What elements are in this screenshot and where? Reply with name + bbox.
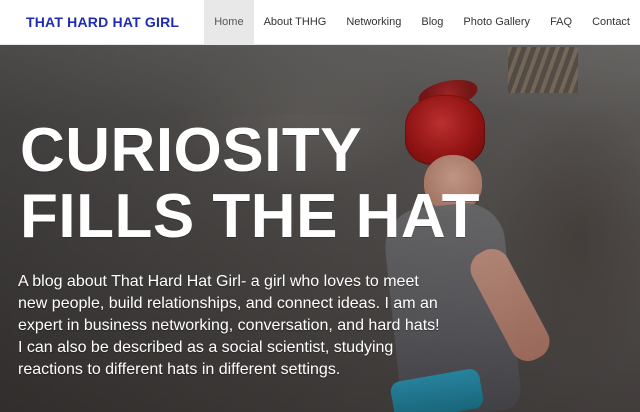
background-window: [508, 47, 578, 93]
nav-item-home[interactable]: Home: [204, 0, 254, 45]
nav-item-contact[interactable]: Contact: [582, 0, 640, 45]
nav-item-photo-gallery[interactable]: Photo Gallery: [453, 0, 540, 45]
nav-item-blog[interactable]: Blog: [411, 0, 453, 45]
hero-headline-line-1: CURIOSITY: [20, 116, 363, 185]
hero-section: CURIOSITY FILLS THE HAT A blog about Tha…: [0, 45, 640, 412]
top-nav: Home About THHG Networking Blog Photo Ga…: [204, 0, 640, 45]
nav-item-about[interactable]: About THHG: [254, 0, 337, 45]
hero-headline: CURIOSITY FILLS THE HAT: [20, 116, 480, 251]
site-logo-link[interactable]: THAT HARD HAT GIRL: [26, 14, 179, 30]
site-header: THAT HARD HAT GIRL Home About THHG Netwo…: [0, 0, 640, 45]
nav-item-networking[interactable]: Networking: [336, 0, 411, 45]
nav-item-faq[interactable]: FAQ: [540, 0, 582, 45]
hero-description: A blog about That Hard Hat Girl- a girl …: [18, 273, 440, 378]
hero-headline-line-2: FILLS THE HAT: [20, 182, 480, 251]
